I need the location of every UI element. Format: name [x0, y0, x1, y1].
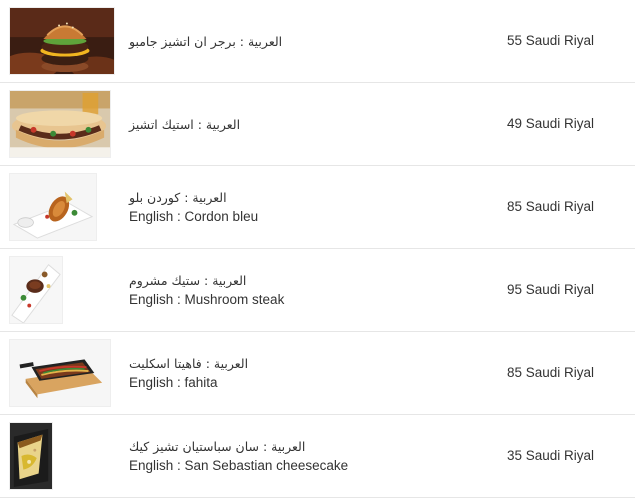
item-names: العربية : ستيك مشروم English : Mushroom … [129, 249, 459, 331]
item-price: 85 Saudi Riyal [507, 365, 595, 380]
menu-list: العربية : برجر ان اتشيز جامبو 55 Saudi R… [0, 0, 635, 500]
menu-item-cheesecake[interactable]: العربية : سان سباستيان تشيز كيك English … [0, 415, 635, 498]
item-names: العربية : سان سباستيان تشيز كيك English … [129, 415, 459, 497]
item-price: 95 Saudi Riyal [507, 282, 595, 297]
burger-photo [9, 7, 115, 75]
menu-item-fahita[interactable]: العربية : فاهيتا اسكليت English : fahita… [0, 332, 635, 415]
item-name-arabic: العربية : برجر ان اتشيز جامبو [129, 33, 283, 49]
item-name-english: English : Mushroom steak [129, 291, 285, 307]
item-name-arabic: العربية : استيك اتشيز [129, 116, 241, 132]
menu-item-mushroom-steak[interactable]: العربية : ستيك مشروم English : Mushroom … [0, 249, 635, 332]
menu-item-steak-cheese[interactable]: العربية : استيك اتشيز 49 Saudi Riyal [0, 83, 635, 166]
item-names: العربية : فاهيتا اسكليت English : fahita [129, 332, 459, 414]
item-name-english: English : fahita [129, 374, 218, 390]
item-price: 55 Saudi Riyal [507, 33, 595, 48]
mushroom-steak-photo [9, 256, 63, 324]
item-price: 85 Saudi Riyal [507, 199, 595, 214]
item-name-arabic: العربية : ستيك مشروم [129, 272, 247, 288]
item-name-arabic: العربية : فاهيتا اسكليت [129, 355, 249, 371]
menu-item-cordon-bleu[interactable]: العربية : كوردن بلو English : Cordon ble… [0, 166, 635, 249]
cordon-bleu-photo [9, 173, 97, 241]
item-names: العربية : برجر ان اتشيز جامبو [129, 0, 459, 82]
menu-item-burger[interactable]: العربية : برجر ان اتشيز جامبو 55 Saudi R… [0, 0, 635, 83]
item-names: العربية : استيك اتشيز [129, 83, 459, 165]
cheesecake-photo [9, 422, 53, 490]
item-name-english: English : Cordon bleu [129, 208, 259, 224]
steak-sandwich-photo [9, 90, 111, 158]
item-name-english: English : San Sebastian cheesecake [129, 457, 349, 473]
item-names: العربية : كوردن بلو English : Cordon ble… [129, 166, 459, 248]
item-price: 35 Saudi Riyal [507, 448, 595, 463]
item-name-arabic: العربية : كوردن بلو [129, 189, 227, 205]
item-price: 49 Saudi Riyal [507, 116, 595, 131]
fajita-skillet-photo [9, 339, 111, 407]
item-name-arabic: العربية : سان سباستيان تشيز كيك [129, 438, 306, 454]
